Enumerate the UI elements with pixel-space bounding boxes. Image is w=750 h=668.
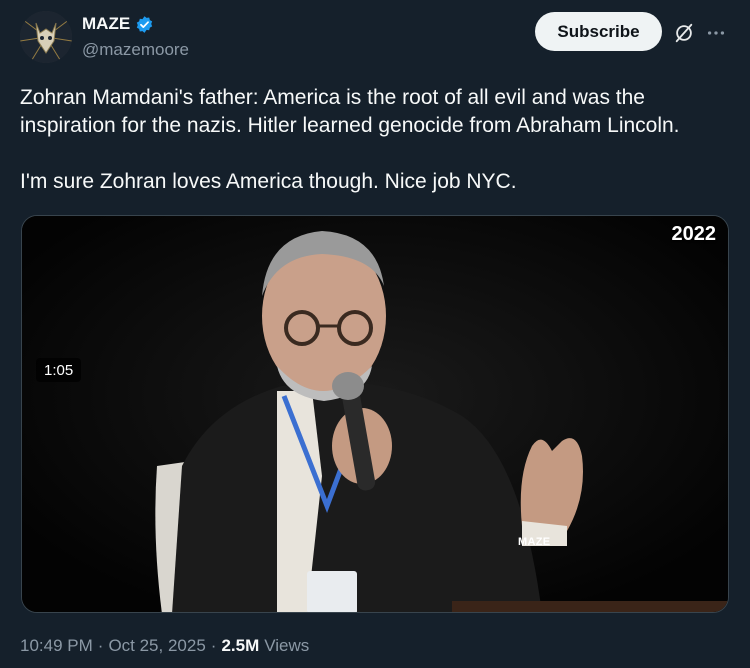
tweet-time[interactable]: 10:49 PM [20, 636, 93, 656]
video-frame-image [22, 216, 728, 612]
tweet-text: Zohran Mamdani's father: America is the … [20, 86, 680, 193]
views-label: Views [264, 636, 310, 655]
author-display-name[interactable]: MAZE [82, 14, 130, 34]
video-player[interactable]: 2022 MAZE [21, 215, 729, 613]
avatar[interactable] [20, 11, 72, 63]
views-count: 2.5M [221, 636, 260, 655]
video-watermark: MAZE [518, 536, 551, 548]
meta-separator: · [210, 636, 217, 655]
tweet-date[interactable]: Oct 25, 2025 [108, 636, 205, 656]
meta-separator: · [97, 636, 104, 655]
video-duration-badge: 1:05 [36, 358, 82, 382]
verified-badge-icon [135, 15, 154, 34]
grok-icon[interactable] [673, 22, 695, 44]
author-handle[interactable]: @mazemoore [82, 40, 189, 60]
video-year-overlay: 2022 [671, 223, 717, 245]
tweet-meta: 10:49 PM · Oct 25, 2025 · 2.5M Views [20, 636, 309, 656]
author-name-row[interactable]: MAZE [82, 14, 154, 34]
more-icon[interactable] [705, 22, 727, 44]
subscribe-button[interactable]: Subscribe [535, 12, 662, 51]
